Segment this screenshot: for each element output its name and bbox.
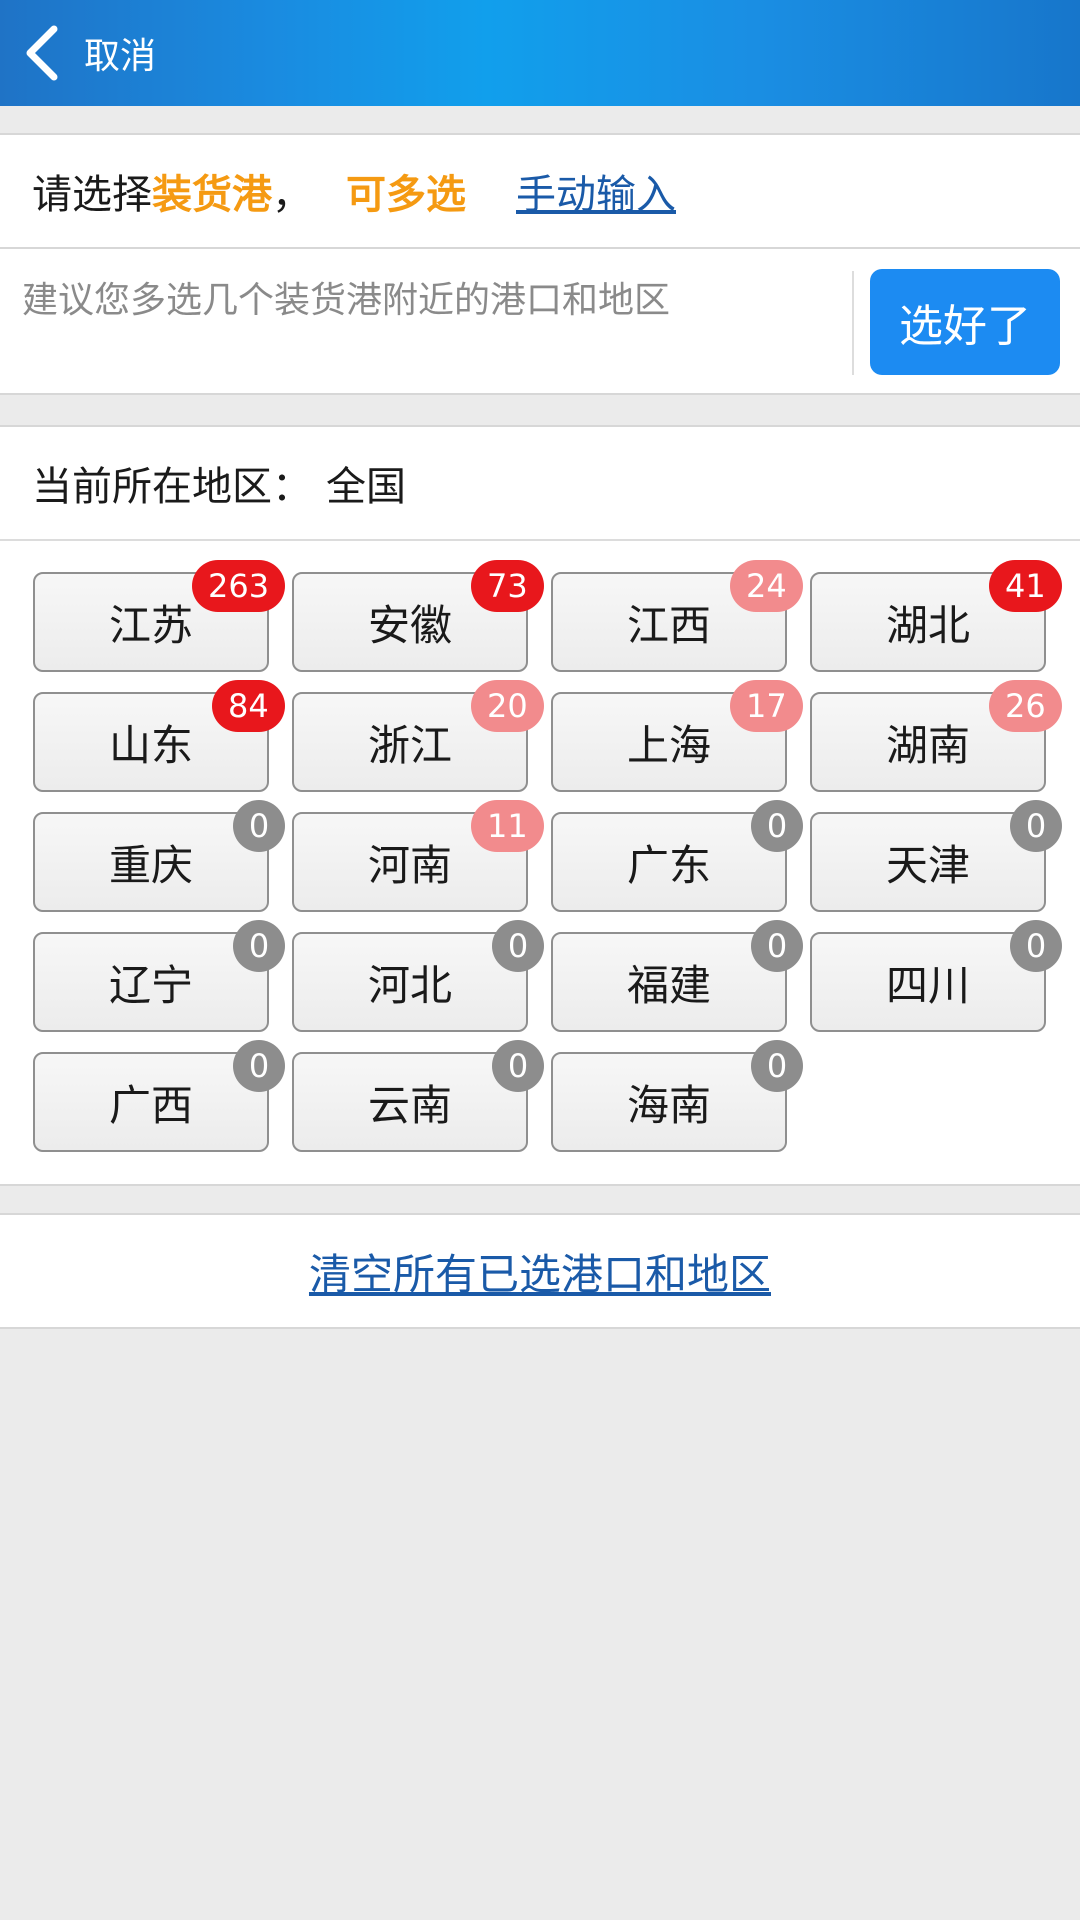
count-badge: 26 bbox=[989, 680, 1062, 732]
province-name: 安徽 bbox=[367, 600, 452, 650]
count-badge: 24 bbox=[730, 560, 803, 612]
province-name: 广东 bbox=[626, 840, 711, 890]
manual-input-link[interactable]: 手动输入 bbox=[516, 162, 676, 220]
clear-row: 清空所有已选港口和地区 bbox=[0, 1213, 1080, 1329]
province-name: 四川 bbox=[885, 960, 970, 1010]
multi-select-note: 可多选 bbox=[346, 172, 466, 218]
count-badge: 0 bbox=[751, 800, 803, 852]
current-region-value: 全国 bbox=[326, 464, 406, 510]
count-badge: 11 bbox=[471, 800, 544, 852]
province-name: 江苏 bbox=[108, 600, 193, 650]
province-name: 浙江 bbox=[367, 720, 452, 770]
current-region-row: 当前所在地区： 全国 bbox=[0, 425, 1080, 541]
count-badge: 0 bbox=[1010, 920, 1062, 972]
province-name: 山东 bbox=[108, 720, 193, 770]
province-name: 福建 bbox=[626, 960, 711, 1010]
count-badge: 41 bbox=[989, 560, 1062, 612]
province-name: 湖南 bbox=[885, 720, 970, 770]
province-name: 海南 bbox=[626, 1080, 711, 1130]
count-badge: 0 bbox=[751, 1040, 803, 1092]
prompt-highlight: 装货港 bbox=[152, 172, 272, 218]
clear-all-link[interactable]: 清空所有已选港口和地区 bbox=[309, 1241, 771, 1302]
done-button[interactable]: 选好了 bbox=[870, 269, 1060, 375]
chevron-left-icon bbox=[26, 25, 58, 81]
count-badge: 0 bbox=[233, 800, 285, 852]
province-name: 江西 bbox=[626, 600, 711, 650]
province-name: 河北 bbox=[367, 960, 452, 1010]
count-badge: 84 bbox=[212, 680, 285, 732]
divider bbox=[852, 271, 854, 375]
province-name: 辽宁 bbox=[108, 960, 193, 1010]
count-badge: 0 bbox=[233, 1040, 285, 1092]
province-name: 云南 bbox=[367, 1080, 452, 1130]
prompt-comma: ， bbox=[272, 172, 312, 218]
top-bar: 取消 bbox=[0, 0, 1080, 106]
province-name: 天津 bbox=[885, 840, 970, 890]
count-badge: 0 bbox=[492, 920, 544, 972]
cancel-button[interactable]: 取消 bbox=[0, 0, 180, 106]
province-name: 湖北 bbox=[885, 600, 970, 650]
cancel-label: 取消 bbox=[84, 36, 157, 77]
count-badge: 0 bbox=[751, 920, 803, 972]
prompt-row: 请选择装货港， 可多选 手动输入 bbox=[0, 133, 1080, 249]
province-name: 广西 bbox=[108, 1080, 193, 1130]
count-badge: 0 bbox=[492, 1040, 544, 1092]
selection-hint: 建议您多选几个装货港附近的港口和地区 bbox=[22, 280, 671, 321]
hint-row: 建议您多选几个装货港附近的港口和地区 选好了 bbox=[0, 249, 1080, 395]
count-badge: 263 bbox=[192, 560, 286, 612]
count-badge: 73 bbox=[471, 560, 544, 612]
prompt-text: 请选择装货港， bbox=[32, 162, 312, 220]
current-region-label: 当前所在地区： bbox=[32, 464, 312, 510]
province-grid: 江苏 263 安徽 73 江西 24 湖北 41 山东 84 浙江 20 上海 17 湖南 26 重庆 0 河南 11… bbox=[0, 541, 1080, 1186]
prompt-prefix: 请选择 bbox=[32, 172, 152, 218]
count-badge: 0 bbox=[233, 920, 285, 972]
province-name: 河南 bbox=[367, 840, 452, 890]
count-badge: 20 bbox=[471, 680, 544, 732]
province-name: 上海 bbox=[626, 720, 711, 770]
province-name: 重庆 bbox=[108, 840, 193, 890]
count-badge: 17 bbox=[730, 680, 803, 732]
count-badge: 0 bbox=[1010, 800, 1062, 852]
